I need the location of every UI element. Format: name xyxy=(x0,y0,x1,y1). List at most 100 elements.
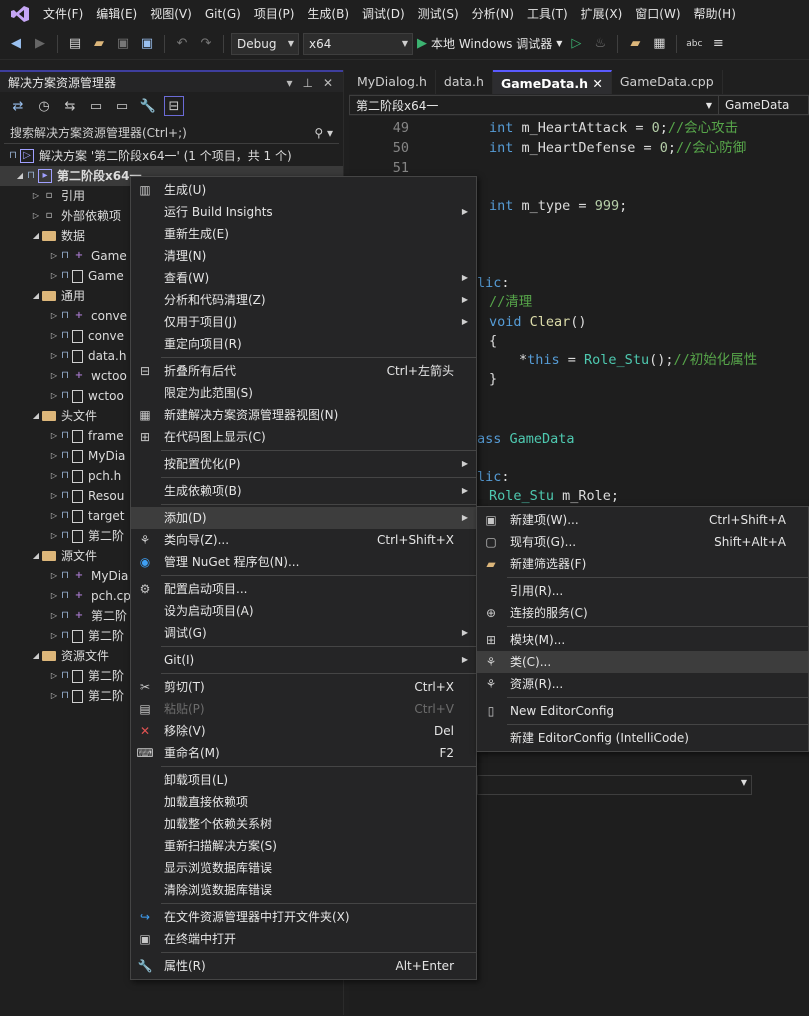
chevron-right-icon[interactable]: ▷ xyxy=(48,366,60,386)
chevron-right-icon[interactable]: ▷ xyxy=(48,426,60,446)
forward-icon[interactable]: ▶ xyxy=(30,34,50,54)
menu-item[interactable]: 工具(T) xyxy=(524,0,578,28)
menu-item[interactable]: 显示浏览数据库错误 xyxy=(131,857,476,879)
menu-item[interactable]: ✕ 移除(V) Del xyxy=(131,720,476,742)
menu-item[interactable]: 生成(B) xyxy=(304,0,359,28)
menu-item[interactable]: 加载直接依赖项 xyxy=(131,791,476,813)
menu-item[interactable]: Git(G) xyxy=(202,0,251,28)
menu-item[interactable]: ⊞ 在代码图上显示(C) xyxy=(131,426,476,448)
menu-item[interactable]: ✂ 剪切(T) Ctrl+X xyxy=(131,676,476,698)
preview-icon[interactable]: ⊟ xyxy=(164,96,184,116)
menu-item[interactable]: 运行 Build Insights ▶ xyxy=(131,201,476,223)
chevron-right-icon[interactable]: ▷ xyxy=(48,526,60,546)
chevron-right-icon[interactable]: ▷ xyxy=(48,626,60,646)
menu-item[interactable]: 生成依赖项(B) ▶ xyxy=(131,480,476,502)
menu-item[interactable]: 清理(N) xyxy=(131,245,476,267)
platform-dropdown[interactable]: x64 ▼ xyxy=(303,32,413,55)
menu-item[interactable]: ⚘ 类向导(Z)... Ctrl+Shift+X xyxy=(131,529,476,551)
chevron-right-icon[interactable]: ▷ xyxy=(48,306,60,326)
chevron-right-icon[interactable]: ▷ xyxy=(48,326,60,346)
editor-tab[interactable]: GameData.cpp xyxy=(612,70,723,94)
configuration-dropdown[interactable]: Debug ▼ xyxy=(231,32,299,55)
menu-item[interactable]: ▰ 新建筛选器(F) xyxy=(477,553,808,575)
sync-icon[interactable]: ⇆ xyxy=(60,96,80,116)
chevron-right-icon[interactable]: ▷ xyxy=(48,486,60,506)
menu-item[interactable]: ▯ New EditorConfig xyxy=(477,700,808,722)
undo-icon[interactable]: ↶ xyxy=(172,34,192,54)
editor-tab[interactable]: GameData.h ✕ xyxy=(492,70,612,94)
new-project-icon[interactable]: ▤ xyxy=(65,34,85,54)
spell-check-icon[interactable]: abc xyxy=(684,34,704,54)
menu-item[interactable]: ⚙ 配置启动项目... xyxy=(131,578,476,600)
chevron-right-icon[interactable]: ▷ xyxy=(48,446,60,466)
save-all-icon[interactable]: ▣ xyxy=(137,34,157,54)
window-position-icon[interactable]: ▾ xyxy=(286,72,292,92)
close-icon[interactable]: ✕ xyxy=(588,76,602,91)
chevron-down-icon[interactable]: ◢ xyxy=(30,546,42,566)
menu-item[interactable]: ⊞ 模块(M)... xyxy=(477,629,808,651)
menu-item[interactable]: 调试(G) ▶ xyxy=(131,622,476,644)
switch-view-icon[interactable]: ⇄ xyxy=(8,96,28,116)
menu-item[interactable]: ▦ 新建解决方案资源管理器视图(N) xyxy=(131,404,476,426)
menu-item[interactable]: 新建 EditorConfig (IntelliCode) xyxy=(477,727,808,749)
pin-icon[interactable]: ⊥ xyxy=(302,72,312,92)
menu-item[interactable]: ◉ 管理 NuGet 程序包(N)... xyxy=(131,551,476,573)
nav-scope-dropdown[interactable]: 第二阶段x64一 ▼ xyxy=(349,95,719,115)
nav-symbol-dropdown[interactable]: GameData xyxy=(719,95,809,115)
chevron-right-icon[interactable]: ▷ xyxy=(48,506,60,526)
hot-reload-icon[interactable]: ♨ xyxy=(590,34,610,54)
tree-solution-node[interactable]: ⊓ ▷ 解决方案 '第二阶段x64一' (1 个项目，共 1 个) xyxy=(0,146,343,166)
menu-item[interactable]: ▣ 在终端中打开 xyxy=(131,928,476,950)
menu-item[interactable]: 分析和代码清理(Z) ▶ xyxy=(131,289,476,311)
menu-item[interactable]: 清除浏览数据库错误 xyxy=(131,879,476,901)
show-all-files-icon[interactable]: ▭ xyxy=(112,96,132,116)
menu-item[interactable]: 加载整个依赖关系树 xyxy=(131,813,476,835)
properties-icon[interactable]: 🔧 xyxy=(138,96,158,116)
menu-item[interactable]: 查看(W) ▶ xyxy=(131,267,476,289)
menu-item[interactable]: ▢ 现有项(G)... Shift+Alt+A xyxy=(477,531,808,553)
menu-item[interactable]: ▣ 新建项(W)... Ctrl+Shift+A xyxy=(477,509,808,531)
chevron-right-icon[interactable]: ▷ xyxy=(48,566,60,586)
menu-item[interactable]: ⚘ 类(C)... xyxy=(477,651,808,673)
chevron-right-icon[interactable]: ▷ xyxy=(30,206,42,226)
menu-item[interactable]: 重定向项目(R) xyxy=(131,333,476,355)
chevron-right-icon[interactable]: ▷ xyxy=(48,606,60,626)
close-icon[interactable]: ✕ xyxy=(323,72,333,92)
menu-item[interactable]: 文件(F) xyxy=(40,0,93,28)
chevron-right-icon[interactable]: ▷ xyxy=(30,186,42,206)
menu-item[interactable]: 测试(S) xyxy=(415,0,469,28)
chevron-down-icon[interactable]: ◢ xyxy=(30,226,42,246)
chevron-right-icon[interactable]: ▷ xyxy=(48,266,60,286)
menu-item[interactable]: 设为启动项目(A) xyxy=(131,600,476,622)
editor-tab[interactable]: data.h xyxy=(436,70,493,94)
chevron-right-icon[interactable]: ▷ xyxy=(48,666,60,686)
menu-item[interactable]: ⚘ 资源(R)... xyxy=(477,673,808,695)
chevron-right-icon[interactable]: ▷ xyxy=(48,246,60,266)
menu-item[interactable]: 限定为此范围(S) xyxy=(131,382,476,404)
menu-item[interactable]: 帮助(H) xyxy=(691,0,746,28)
chevron-right-icon[interactable]: ▷ xyxy=(48,586,60,606)
menu-item[interactable]: ⊟ 折叠所有后代 Ctrl+左箭头 xyxy=(131,360,476,382)
menu-item[interactable]: ⊕ 连接的服务(C) xyxy=(477,602,808,624)
chevron-down-icon[interactable]: ◢ xyxy=(30,286,42,306)
layout-icon[interactable]: ▦ xyxy=(649,34,669,54)
history-icon[interactable]: ◷ xyxy=(34,96,54,116)
menu-item[interactable]: ↪ 在文件资源管理器中打开文件夹(X) xyxy=(131,906,476,928)
start-without-debugging-icon[interactable]: ▷ xyxy=(566,34,586,54)
folder-icon[interactable]: ▰ xyxy=(625,34,645,54)
chevron-right-icon[interactable]: ▷ xyxy=(48,686,60,706)
indent-icon[interactable]: ≡ xyxy=(708,34,728,54)
menu-item[interactable]: ⌨ 重命名(M) F2 xyxy=(131,742,476,764)
menu-item[interactable]: 按配置优化(P) ▶ xyxy=(131,453,476,475)
save-icon[interactable]: ▣ xyxy=(113,34,133,54)
menu-item[interactable]: 窗口(W) xyxy=(632,0,690,28)
chevron-right-icon[interactable]: ▷ xyxy=(48,386,60,406)
menu-item[interactable]: Git(I) ▶ xyxy=(131,649,476,671)
back-icon[interactable]: ◀ xyxy=(6,34,26,54)
redo-icon[interactable]: ↷ xyxy=(196,34,216,54)
chevron-right-icon[interactable]: ▷ xyxy=(48,346,60,366)
menu-item[interactable]: 编辑(E) xyxy=(93,0,147,28)
menu-item[interactable]: 卸载项目(L) xyxy=(131,769,476,791)
menu-item[interactable]: 🔧 属性(R) Alt+Enter xyxy=(131,955,476,977)
menu-item[interactable]: 分析(N) xyxy=(469,0,524,28)
